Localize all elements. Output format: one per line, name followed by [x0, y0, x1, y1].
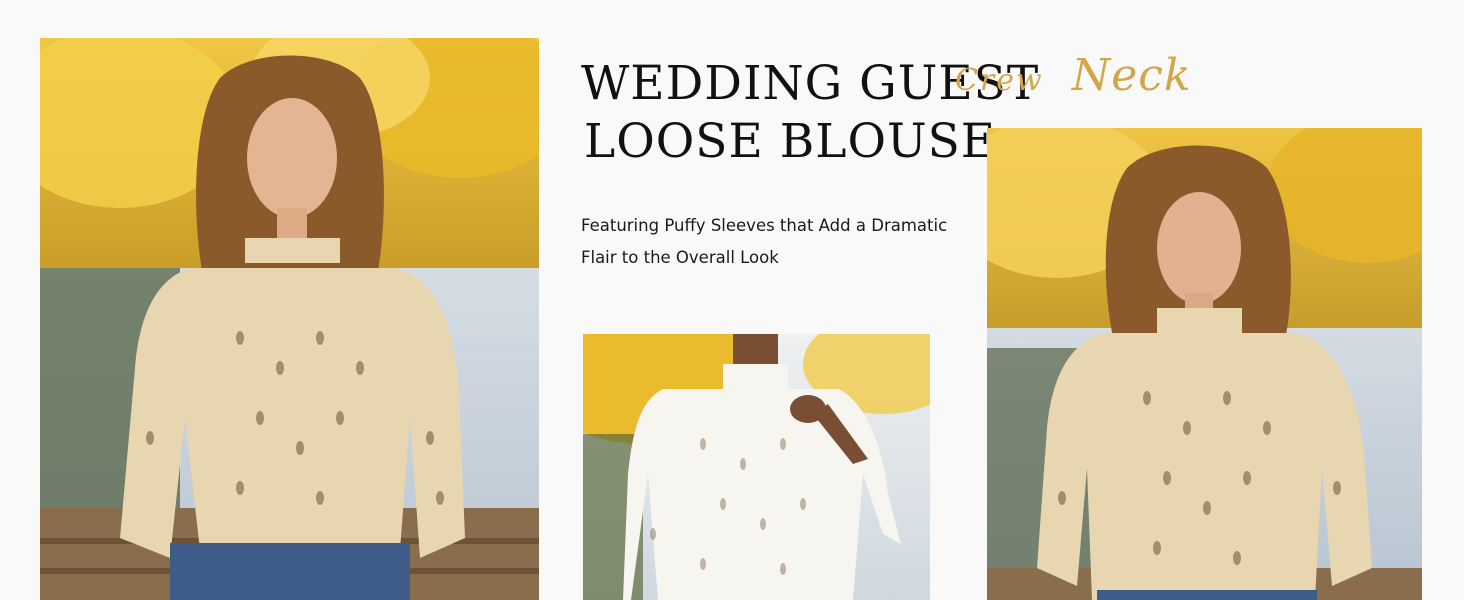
product-banner: WEDDING GUEST LOOSE BLOUSE Crew Neck Feat… [0, 0, 1464, 600]
model-photo-left-illustration [40, 38, 539, 600]
model-photo-center [583, 334, 930, 600]
model-photo-right-illustration [987, 128, 1422, 600]
product-title: WEDDING GUEST LOOSE BLOUSE [581, 55, 1040, 171]
script-word-neck: Neck [1071, 50, 1192, 101]
crew-neck-script-label: Crew Neck [955, 50, 1192, 101]
feature-description-line2: Flair to the Overall Look [581, 248, 779, 267]
model-photo-center-illustration [583, 334, 930, 600]
script-word-crew: Crew [955, 63, 1044, 98]
product-title-line1: WEDDING GUEST [581, 56, 1040, 111]
model-photo-right [987, 128, 1422, 600]
model-photo-left [40, 38, 539, 600]
product-title-line2: LOOSE BLOUSE [584, 114, 997, 169]
feature-description: Featuring Puffy Sleeves that Add a Drama… [581, 210, 971, 274]
feature-description-line1: Featuring Puffy Sleeves that Add a Drama… [581, 216, 948, 235]
